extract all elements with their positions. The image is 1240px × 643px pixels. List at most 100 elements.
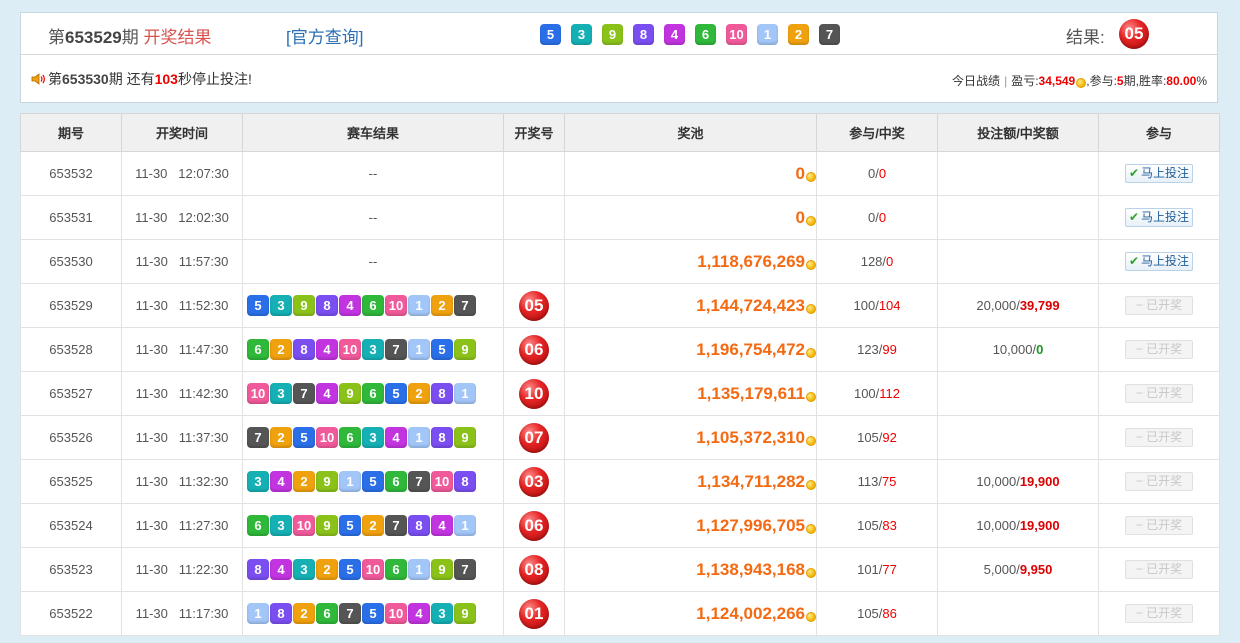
race-ball-1: 6 — [247, 339, 269, 360]
draw-date: 11-30 — [135, 474, 168, 489]
draw-number-cell: 10 — [503, 371, 565, 416]
drawn-button[interactable]: − 已开奖 — [1125, 384, 1193, 403]
draw-date: 11-30 — [135, 210, 168, 225]
race-ball-3: 9 — [293, 295, 315, 316]
race-ball-7: 5 — [385, 383, 407, 404]
draw-number-cell: 07 — [503, 415, 565, 460]
draw-number-cell: 01 — [503, 591, 565, 636]
col-draw-time: 开奖时间 — [121, 113, 243, 152]
race-ball-9: 10 — [431, 471, 453, 492]
draw-time: 11:17:30 — [178, 606, 229, 621]
time-cell: 11-30 11:27:30 — [121, 503, 243, 548]
check-icon: ✔ — [1128, 254, 1140, 268]
race-ball-4: 4 — [316, 383, 338, 404]
minus-icon: − — [1135, 342, 1143, 356]
pool-cell: 1,134,711,282 — [564, 459, 817, 504]
race-ball-9: 3 — [431, 603, 453, 624]
draw-number-cell — [503, 195, 565, 240]
period-id: 653529 — [49, 298, 93, 313]
race-balls: 3 4 2 9 1 5 6 7 10 8 — [243, 471, 503, 492]
race-ball-10: 7 — [454, 295, 476, 316]
join-win-cell: 100/112 — [816, 371, 938, 416]
draw-date: 11-30 — [135, 386, 168, 401]
prize-amount: 9,950 — [1019, 562, 1053, 577]
race-ball-10: 1 — [454, 515, 476, 536]
race-ball-5: 4 — [339, 295, 361, 316]
drawn-button[interactable]: − 已开奖 — [1125, 560, 1193, 579]
drawn-button[interactable]: − 已开奖 — [1125, 296, 1193, 315]
join-win-cell: 105/92 — [816, 415, 938, 460]
race-balls: 6 2 8 4 10 3 7 1 5 9 — [243, 339, 503, 360]
official-query-link[interactable]: [官方查询] — [286, 23, 363, 48]
race-balls: 10 3 7 4 9 6 5 2 8 1 — [243, 383, 503, 404]
bet-amount: 5,000 — [983, 562, 1017, 577]
coin-icon — [806, 391, 816, 402]
bet-now-button[interactable]: ✔ 马上投注 — [1125, 164, 1193, 183]
race-ball-2: 3 — [270, 383, 292, 404]
bet-now-button[interactable]: ✔ 马上投注 — [1125, 252, 1193, 271]
race-ball-10: 9 — [454, 603, 476, 624]
action-cell: − 已开奖 — [1098, 547, 1220, 592]
bet-prize-cell: 10,000/19,900 — [937, 503, 1099, 548]
countdown-text: 第653530期 还有103秒停止投注! — [31, 69, 252, 89]
join-count: 100 — [853, 298, 876, 313]
bet-prize-cell — [937, 151, 1099, 196]
win-count: 83 — [882, 518, 897, 533]
race-result-cell: -- — [242, 239, 504, 284]
drawn-button[interactable]: − 已开奖 — [1125, 340, 1193, 359]
join-win-cell: 128/0 — [816, 239, 938, 284]
speaker-icon — [31, 73, 45, 85]
race-ball-1: 6 — [247, 515, 269, 536]
race-ball-6: 6 — [362, 295, 384, 316]
period-cell: 653523 — [20, 547, 122, 592]
bet-amount: 20,000 — [976, 298, 1017, 313]
draw-date: 11-30 — [135, 342, 168, 357]
draw-time: 11:57:30 — [178, 254, 229, 269]
race-ball-8: 7 — [408, 471, 430, 492]
period-id: 653531 — [49, 210, 93, 225]
race-ball-8: 1 — [408, 559, 430, 580]
race-ball-4: 6 — [316, 603, 338, 624]
drawn-button[interactable]: − 已开奖 — [1125, 604, 1193, 623]
pool-cell: 1,118,676,269 — [564, 239, 817, 284]
draw-number-ball: 05 — [519, 290, 549, 321]
race-ball-6: 6 — [362, 383, 384, 404]
stats-join-unit: 期, — [1123, 74, 1139, 88]
race-ball-9: 5 — [431, 339, 453, 360]
pool-amount: 0 — [795, 207, 805, 227]
drawn-button[interactable]: − 已开奖 — [1125, 428, 1193, 447]
latest-period-title: 第653529期 开奖结果 — [48, 23, 211, 48]
coin-icon — [806, 171, 816, 182]
drawn-button[interactable]: − 已开奖 — [1125, 472, 1193, 491]
race-balls: 6 3 10 9 5 2 7 8 4 1 — [243, 515, 503, 536]
check-icon: ✔ — [1128, 166, 1140, 180]
period-id: 653527 — [49, 386, 93, 401]
join-count: 101 — [857, 562, 879, 577]
prize-amount: 39,799 — [1019, 298, 1060, 313]
draw-time: 11:37:30 — [178, 430, 229, 445]
drawn-button[interactable]: − 已开奖 — [1125, 516, 1193, 535]
bet-now-button[interactable]: ✔ 马上投注 — [1125, 208, 1193, 227]
draw-date: 11-30 — [135, 166, 168, 181]
col-period: 期号 — [20, 113, 122, 152]
race-ball-1: 10 — [247, 383, 269, 404]
drawn-label: 已开奖 — [1146, 518, 1183, 532]
win-count: 0 — [878, 210, 887, 225]
draw-number-ball: 07 — [519, 422, 549, 453]
race-ball-8: 1 — [408, 339, 430, 360]
race-ball-3: 2 — [293, 471, 315, 492]
col-action: 参与 — [1098, 113, 1220, 152]
bet-prize-cell: 10,000/19,900 — [937, 459, 1099, 504]
race-result-cell: -- — [242, 151, 504, 196]
pool-amount: 1,118,676,269 — [697, 251, 805, 271]
race-ball-3: 8 — [293, 339, 315, 360]
drawn-label: 已开奖 — [1146, 562, 1183, 576]
draw-time: 11:42:30 — [178, 386, 229, 401]
prize-amount: 19,900 — [1019, 474, 1060, 489]
join-win-cell: 100/104 — [816, 283, 938, 328]
race-ball-5: 7 — [339, 603, 361, 624]
race-ball-1: 1 — [247, 603, 269, 624]
race-ball-10: 8 — [454, 471, 476, 492]
win-count: 92 — [882, 430, 897, 445]
join-count: 0 — [867, 210, 876, 225]
